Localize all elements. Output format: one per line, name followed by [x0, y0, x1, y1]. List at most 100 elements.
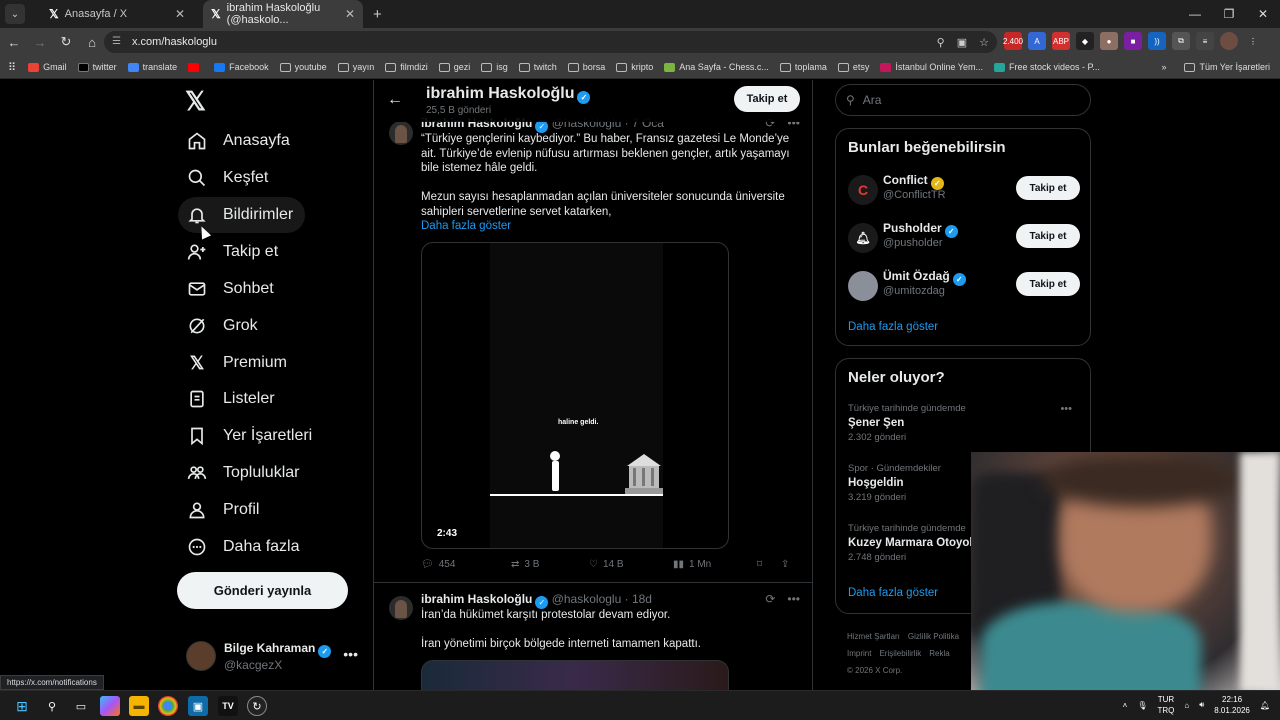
forward-icon[interactable]: → — [28, 35, 52, 50]
bookmark-folder[interactable]: etsy — [837, 62, 869, 72]
nav-communities[interactable]: Topluluklar — [178, 455, 311, 491]
more-dots-icon[interactable]: ••• — [343, 646, 358, 662]
nav-chat[interactable]: Sohbet — [178, 271, 286, 307]
reload-icon[interactable]: ↻ — [54, 34, 78, 50]
ext-icon[interactable]: ● — [1100, 32, 1118, 50]
ext-icon[interactable]: ■ — [1124, 32, 1142, 50]
more-dots-icon[interactable]: ••• — [787, 592, 800, 606]
app-icon[interactable]: ▣ — [188, 696, 208, 716]
volume-icon[interactable]: 🔊︎ — [1199, 700, 1204, 710]
nav-more[interactable]: Daha fazla — [178, 529, 312, 565]
all-bookmarks[interactable]: » Tüm Yer İşaretleri — [1161, 62, 1270, 72]
video-player[interactable]: haline geldi. 2:43 — [421, 242, 729, 549]
apps-icon[interactable]: ⠿ — [8, 61, 16, 74]
clock[interactable]: 22:16 8.01.2026 — [1214, 694, 1250, 716]
grok-icon[interactable]: ⟳ — [765, 592, 775, 606]
bookmark-folder[interactable]: kripto — [616, 62, 653, 72]
star-icon[interactable]: ☆ — [979, 36, 989, 49]
notification-bell-icon[interactable]: 🔔︎ — [1260, 701, 1270, 710]
bookmark-item[interactable]: Ana Sayfa - Chess.c... — [664, 62, 769, 72]
footer-link[interactable]: Erişilebilirlik — [879, 649, 921, 658]
reply-button[interactable]: 💬︎ 454 — [421, 559, 511, 570]
nav-explore[interactable]: Keşfet — [178, 160, 280, 196]
language-indicator[interactable]: TUR TRQ — [1157, 694, 1174, 716]
tab-profile[interactable]: 𝕏 ibrahim Haskoloğlu (@haskolo... ✕ — [203, 0, 363, 28]
more-dots-icon[interactable]: ••• — [1060, 403, 1072, 415]
close-window-icon[interactable]: ✕ — [1246, 0, 1280, 28]
bookmark-folder[interactable]: yayın — [337, 62, 374, 72]
suggestion-item[interactable]: C Conflict ✓ @ConflictTR Takip et — [848, 173, 1080, 213]
diamond-ext-icon[interactable]: ◆ — [1076, 32, 1094, 50]
bookmark-folder[interactable]: youtube — [279, 62, 327, 72]
tab-close-icon[interactable]: ✕ — [175, 7, 185, 21]
site-info-icon[interactable]: ☰ — [112, 36, 124, 48]
repost-button[interactable]: ⇄ 3 B — [511, 559, 589, 570]
post-button[interactable]: Gönderi yayınla — [177, 572, 348, 609]
extension-badge-icon[interactable]: 2.400 — [1003, 32, 1023, 50]
account-switcher[interactable]: Bilge Kahraman ✓ @kacgezX ••• — [186, 640, 362, 672]
maximize-icon[interactable]: ❐ — [1212, 0, 1246, 28]
address-bar[interactable]: ☰ x.com/haskologlu ⚲ ▣ ☆ — [104, 31, 997, 53]
like-button[interactable]: ♡ 14 B — [589, 559, 673, 570]
nav-lists[interactable]: Listeler — [178, 381, 287, 417]
microphone-icon[interactable]: 🎙︎ — [1137, 701, 1147, 710]
extensions-puzzle-icon[interactable]: ⧉ — [1172, 32, 1190, 50]
tradingview-icon[interactable]: TV — [218, 696, 238, 716]
home-browser-icon[interactable]: ⌂ — [80, 35, 104, 50]
bookmark-item[interactable]: Free stock videos - P... — [993, 62, 1100, 72]
back-arrow-icon[interactable]: ← — [387, 91, 403, 109]
install-icon[interactable]: ▣ — [957, 36, 967, 49]
nav-grok[interactable]: Grok — [178, 308, 270, 344]
bookmark-item[interactable]: İstanbul Online Yem... — [880, 62, 983, 72]
trend-item[interactable]: Türkiye tarihinde gündemde Şener Şen 2.3… — [848, 403, 1080, 443]
bookmark-folder[interactable]: gezi — [438, 62, 470, 72]
show-more-link[interactable]: Daha fazla göster — [848, 321, 938, 333]
chevron-up-icon[interactable]: ˄ — [1123, 701, 1128, 710]
tweet[interactable]: ibrahim Haskoloğlu ✓ @haskologlu · 18d ⟳ … — [374, 588, 812, 695]
new-tab-button[interactable]: + — [373, 6, 382, 23]
footer-link[interactable]: Imprint — [847, 649, 871, 658]
back-icon[interactable]: ← — [2, 35, 26, 50]
bookmark-item[interactable]: translate — [127, 62, 177, 72]
tab-close-icon[interactable]: ✕ — [345, 7, 355, 21]
bookmark-item[interactable] — [188, 62, 203, 72]
minimize-icon[interactable]: — — [1178, 0, 1212, 28]
chrome-icon[interactable] — [158, 696, 178, 716]
nav-premium[interactable]: 𝕏 Premium — [178, 345, 299, 381]
copilot-icon[interactable] — [100, 696, 120, 716]
windows-start-icon[interactable]: ⊞ — [12, 696, 32, 716]
avatar[interactable] — [389, 596, 413, 620]
footer-link[interactable]: Hizmet Şartları — [847, 632, 900, 641]
bookmark-folder[interactable]: borsa — [567, 62, 605, 72]
zoom-icon[interactable]: ⚲ — [937, 36, 945, 49]
bookmark-folder[interactable]: twitch — [518, 62, 557, 72]
tab-home[interactable]: 𝕏 Anasayfa / X ✕ — [41, 0, 193, 28]
footer-link[interactable]: Rekla — [929, 649, 949, 658]
file-explorer-icon[interactable]: ▬ — [129, 696, 149, 716]
follow-button[interactable]: Takip et — [734, 86, 800, 112]
follow-button[interactable]: Takip et — [1016, 176, 1080, 200]
share-button[interactable]: ⇪ — [781, 559, 789, 570]
nav-follow[interactable]: Takip et — [178, 234, 290, 270]
bookmark-button[interactable]: ⌑ — [757, 559, 781, 570]
suggestion-item[interactable]: Ümit Özdağ ✓ @umitozdag Takip et — [848, 269, 1080, 309]
bookmark-folder[interactable]: filmdizi — [385, 62, 428, 72]
ext-icon[interactable]: )) — [1148, 32, 1166, 50]
translate-ext-icon[interactable]: A — [1028, 32, 1046, 50]
network-icon[interactable]: ⌂ — [1184, 701, 1189, 710]
menu-dots-icon[interactable]: ⋮ — [1244, 32, 1262, 50]
bookmark-item[interactable]: Gmail — [28, 62, 67, 72]
bookmark-folder[interactable]: toplama — [779, 62, 827, 72]
bookmark-item[interactable]: Facebook — [214, 62, 269, 72]
media-icon[interactable]: ≡ — [1196, 32, 1214, 50]
nav-home[interactable]: Anasayfa — [178, 123, 302, 159]
profile-avatar-icon[interactable] — [1220, 32, 1238, 50]
nav-profile[interactable]: Profil — [178, 492, 271, 528]
task-view-icon[interactable]: ▭ — [71, 696, 91, 716]
show-more-link[interactable]: Daha fazla göster — [421, 220, 511, 232]
tweet[interactable]: ibrahim Haskoloğlu ✓ @haskologlu · 7 Oca … — [374, 114, 812, 582]
search-icon[interactable]: ⚲ — [42, 696, 62, 716]
follow-button[interactable]: Takip et — [1016, 272, 1080, 296]
nav-bookmarks[interactable]: Yer İşaretleri — [178, 418, 324, 454]
chevron-right-icon[interactable]: » — [1161, 62, 1166, 72]
